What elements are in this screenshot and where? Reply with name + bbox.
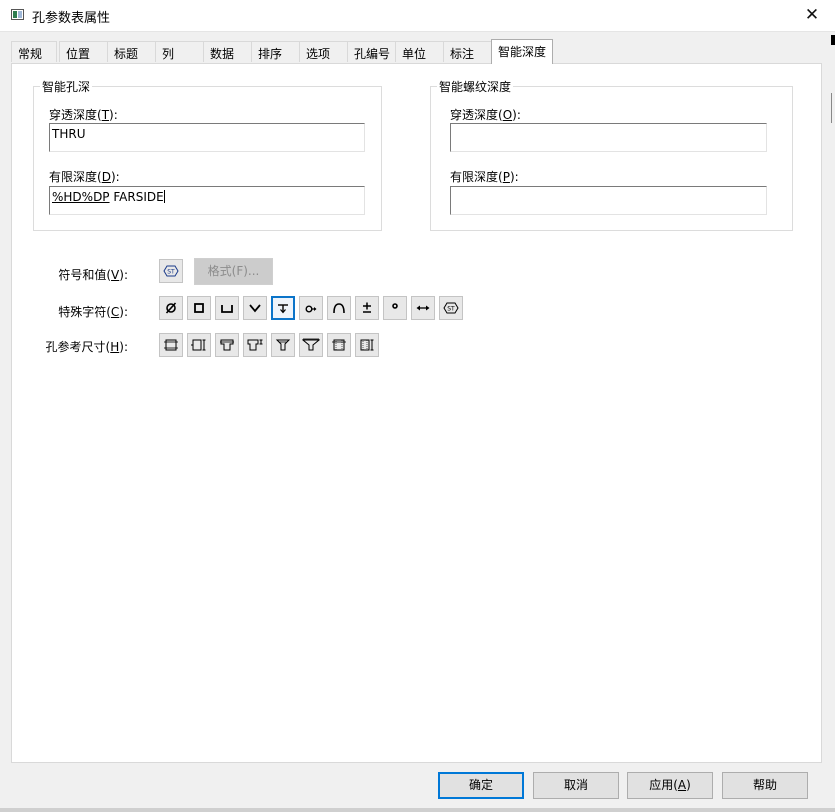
countersink-diameter-ref-icon: [302, 338, 320, 351]
tab-smart-depth[interactable]: 智能深度: [491, 39, 553, 64]
depth-button[interactable]: [271, 296, 295, 320]
smart-hole-depth-title: 智能孔深: [40, 78, 93, 95]
square-icon: [194, 303, 204, 313]
app-icon: [11, 9, 24, 20]
hole-depth-ref-button[interactable]: [187, 333, 211, 357]
svg-text:ST: ST: [167, 269, 175, 276]
thread-depth-ref-button[interactable]: [355, 333, 379, 357]
between-icon: [416, 305, 430, 311]
countersink-angle-ref-button[interactable]: [271, 333, 295, 357]
degree-icon: [392, 303, 398, 309]
background-window-edge: [831, 35, 835, 45]
tab-units[interactable]: 单位: [395, 41, 445, 62]
thread-depth-ref-icon: [360, 339, 374, 351]
window-bottom-edge: [0, 808, 835, 812]
counterbore-button[interactable]: [215, 296, 239, 320]
thread-limited-depth-input[interactable]: [450, 186, 767, 215]
hole-thru-depth-input[interactable]: THRU: [49, 123, 365, 152]
thread-symbol-button[interactable]: ST: [159, 259, 183, 283]
degree-button[interactable]: [383, 296, 407, 320]
thread-thru-depth-input[interactable]: [450, 123, 767, 152]
hole-limited-depth-label: 有限深度(D):: [49, 170, 120, 184]
hole-limited-depth-input[interactable]: %HD%DP FARSIDE: [49, 186, 365, 215]
tab-column[interactable]: 列: [155, 41, 205, 62]
hole-diameter-ref-icon: [164, 339, 178, 351]
tab-position[interactable]: 位置: [59, 41, 109, 62]
counterbore-diameter-ref-icon: [220, 339, 234, 351]
square-button[interactable]: [187, 296, 211, 320]
tab-options[interactable]: 选项: [299, 41, 349, 62]
counterbore-diameter-ref-button[interactable]: [215, 333, 239, 357]
counterbore-depth-ref-button[interactable]: [243, 333, 267, 357]
text-caret: [163, 190, 165, 203]
countersink-icon: [249, 304, 261, 313]
hole-reference-label: 孔参考尺寸(H):: [45, 340, 128, 354]
title-bar: 孔参数表属性 ✕: [0, 0, 835, 32]
special-characters-label: 特殊字符(C):: [58, 305, 128, 319]
countersink-button[interactable]: [243, 296, 267, 320]
countersink-diameter-ref-button[interactable]: [299, 333, 323, 357]
hole-depth-ref-icon: [191, 339, 206, 351]
plus-minus-button[interactable]: [355, 296, 379, 320]
countersink-angle-ref-icon: [275, 339, 291, 351]
thread-symbol-icon: ST: [163, 265, 179, 277]
arc-length-icon: [305, 305, 317, 313]
tab-general[interactable]: 常规: [11, 41, 57, 62]
smart-thread-depth-title: 智能螺纹深度: [437, 78, 514, 95]
close-button[interactable]: ✕: [789, 0, 835, 31]
help-button[interactable]: 帮助: [722, 772, 808, 799]
diameter-button[interactable]: [159, 296, 183, 320]
arc-icon: [333, 303, 345, 314]
thread-limited-depth-label: 有限深度(P):: [450, 170, 519, 184]
thread-diameter-ref-icon: [332, 339, 346, 351]
symbol-value-label: 符号和值(V):: [58, 268, 128, 282]
tab-hole-number[interactable]: 孔编号: [347, 41, 397, 62]
tab-strip: 常规 位置 标题 列 数据 排序 选项 孔编号 单位 标注 智能深度: [11, 39, 823, 64]
cancel-button[interactable]: 取消: [533, 772, 619, 799]
counterbore-depth-ref-icon: [247, 339, 263, 351]
tab-annotation[interactable]: 标注: [443, 41, 493, 62]
window-title: 孔参数表属性: [32, 11, 111, 26]
counterbore-icon: [221, 305, 233, 313]
hole-diameter-ref-button[interactable]: [159, 333, 183, 357]
thread-thru-depth-label: 穿透深度(O):: [450, 108, 521, 122]
thread-diameter-ref-button[interactable]: [327, 333, 351, 357]
arc-length-button[interactable]: [299, 296, 323, 320]
background-window-edge: [831, 93, 835, 123]
plus-minus-icon: [363, 302, 371, 313]
diameter-icon: [165, 302, 177, 314]
format-button[interactable]: 格式(F)...: [194, 258, 273, 285]
thread-symbol-char-button[interactable]: ST: [439, 296, 463, 320]
depth-icon: [278, 304, 288, 314]
tab-title[interactable]: 标题: [107, 41, 157, 62]
tab-data[interactable]: 数据: [203, 41, 253, 62]
arc-button[interactable]: [327, 296, 351, 320]
ok-button[interactable]: 确定: [438, 772, 524, 799]
tab-sort[interactable]: 排序: [251, 41, 301, 62]
between-button[interactable]: [411, 296, 435, 320]
apply-button[interactable]: 应用(A): [627, 772, 713, 799]
svg-text:ST: ST: [447, 306, 455, 313]
hole-thru-depth-label: 穿透深度(T):: [49, 108, 118, 122]
thread-symbol-icon: ST: [443, 302, 459, 314]
